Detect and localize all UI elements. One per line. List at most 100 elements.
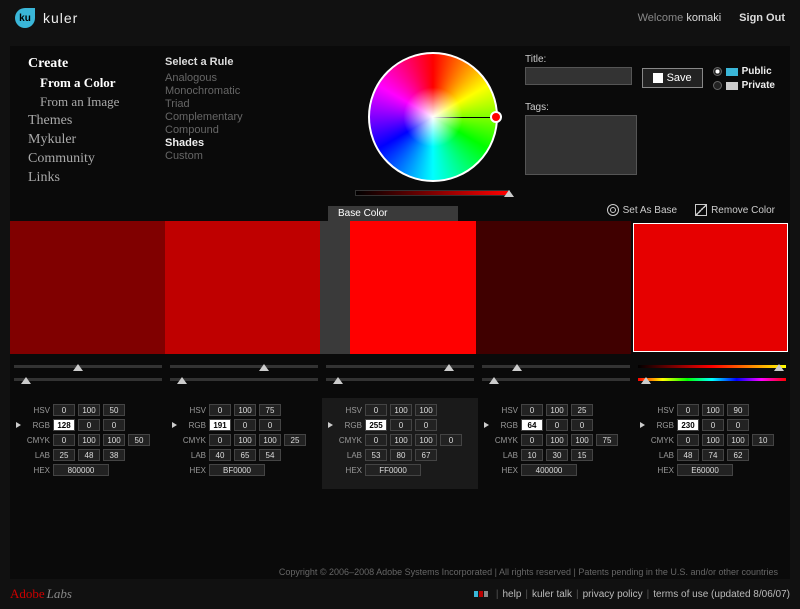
hex-box[interactable]: E60000 bbox=[677, 464, 733, 476]
value-box[interactable]: 64 bbox=[521, 419, 543, 431]
rule-custom[interactable]: Custom bbox=[165, 150, 280, 162]
value-box[interactable]: 30 bbox=[546, 449, 568, 461]
value-box[interactable]: 0 bbox=[521, 434, 543, 446]
visibility-public[interactable]: Public bbox=[713, 66, 775, 77]
slider-2-top[interactable] bbox=[170, 365, 318, 368]
slider-handle-icon[interactable] bbox=[512, 364, 522, 371]
value-box[interactable]: 0 bbox=[415, 419, 437, 431]
brightness-handle-icon[interactable] bbox=[504, 190, 514, 197]
value-box[interactable]: 100 bbox=[390, 434, 412, 446]
slider-handle-icon[interactable] bbox=[73, 364, 83, 371]
value-box[interactable]: 191 bbox=[209, 419, 231, 431]
value-box[interactable]: 48 bbox=[677, 449, 699, 461]
value-box[interactable]: 0 bbox=[53, 404, 75, 416]
slider-handle-icon[interactable] bbox=[444, 364, 454, 371]
swatch-3-base[interactable] bbox=[320, 221, 475, 354]
value-box[interactable]: 54 bbox=[259, 449, 281, 461]
value-box[interactable]: 100 bbox=[727, 434, 749, 446]
value-box[interactable]: 100 bbox=[702, 434, 724, 446]
play-icon[interactable] bbox=[172, 422, 177, 428]
value-box[interactable]: 100 bbox=[571, 434, 593, 446]
set-as-base-button[interactable]: Set As Base bbox=[607, 204, 677, 216]
value-box[interactable]: 100 bbox=[78, 434, 100, 446]
value-box[interactable]: 0 bbox=[209, 404, 231, 416]
value-box[interactable]: 65 bbox=[234, 449, 256, 461]
value-box[interactable]: 0 bbox=[571, 419, 593, 431]
value-box[interactable]: 50 bbox=[103, 404, 125, 416]
value-box[interactable]: 0 bbox=[209, 434, 231, 446]
value-box[interactable]: 10 bbox=[521, 449, 543, 461]
play-icon[interactable] bbox=[484, 422, 489, 428]
nav-links[interactable]: Links bbox=[28, 170, 148, 186]
slider-4-top[interactable] bbox=[482, 365, 630, 368]
slider-handle-icon[interactable] bbox=[21, 377, 31, 384]
value-box[interactable]: 0 bbox=[440, 434, 462, 446]
value-box[interactable]: 25 bbox=[53, 449, 75, 461]
footer-link-privacy[interactable]: privacy policy bbox=[583, 589, 643, 600]
tags-input[interactable] bbox=[525, 115, 637, 175]
value-box[interactable]: 25 bbox=[284, 434, 306, 446]
slider-handle-icon[interactable] bbox=[489, 377, 499, 384]
value-box[interactable]: 67 bbox=[415, 449, 437, 461]
value-box[interactable]: 100 bbox=[415, 404, 437, 416]
value-box[interactable]: 0 bbox=[702, 419, 724, 431]
value-box[interactable]: 75 bbox=[596, 434, 618, 446]
value-box[interactable]: 0 bbox=[677, 434, 699, 446]
visibility-private[interactable]: Private bbox=[713, 80, 775, 91]
footer-link-talk[interactable]: kuler talk bbox=[532, 589, 572, 600]
value-box[interactable]: 100 bbox=[259, 434, 281, 446]
play-icon[interactable] bbox=[328, 422, 333, 428]
value-box[interactable]: 74 bbox=[702, 449, 724, 461]
slider-2-bottom[interactable] bbox=[170, 378, 318, 381]
swatch-5-selected[interactable] bbox=[633, 223, 788, 352]
value-box[interactable]: 75 bbox=[259, 404, 281, 416]
play-icon[interactable] bbox=[16, 422, 21, 428]
value-box[interactable]: 0 bbox=[727, 419, 749, 431]
nav-community[interactable]: Community bbox=[28, 151, 148, 167]
save-button[interactable]: Save bbox=[642, 68, 703, 88]
nav-from-image[interactable]: From an Image bbox=[40, 94, 148, 110]
value-box[interactable]: 0 bbox=[365, 434, 387, 446]
value-box[interactable]: 100 bbox=[78, 404, 100, 416]
title-input[interactable] bbox=[525, 67, 632, 85]
value-box[interactable]: 53 bbox=[365, 449, 387, 461]
value-box[interactable]: 100 bbox=[103, 434, 125, 446]
value-box[interactable]: 10 bbox=[752, 434, 774, 446]
value-box[interactable]: 15 bbox=[571, 449, 593, 461]
nav-create[interactable]: Create bbox=[28, 56, 148, 72]
color-wheel[interactable] bbox=[368, 52, 498, 182]
slider-3-bottom[interactable] bbox=[326, 378, 474, 381]
swatch-1[interactable] bbox=[10, 221, 165, 354]
play-icon[interactable] bbox=[640, 422, 645, 428]
value-box[interactable]: 0 bbox=[53, 434, 75, 446]
value-box[interactable]: 0 bbox=[521, 404, 543, 416]
slider-1-bottom[interactable] bbox=[14, 378, 162, 381]
rule-compound[interactable]: Compound bbox=[165, 124, 280, 136]
value-box[interactable]: 0 bbox=[234, 419, 256, 431]
footer-link-terms[interactable]: terms of use (updated 8/06/07) bbox=[653, 589, 790, 600]
value-box[interactable]: 0 bbox=[259, 419, 281, 431]
value-box[interactable]: 0 bbox=[103, 419, 125, 431]
hex-box[interactable]: FF0000 bbox=[365, 464, 421, 476]
rule-analogous[interactable]: Analogous bbox=[165, 72, 280, 84]
rule-triad[interactable]: Triad bbox=[165, 98, 280, 110]
value-box[interactable]: 0 bbox=[546, 419, 568, 431]
value-box[interactable]: 255 bbox=[365, 419, 387, 431]
value-box[interactable]: 90 bbox=[727, 404, 749, 416]
nav-themes[interactable]: Themes bbox=[28, 113, 148, 129]
remove-color-button[interactable]: Remove Color bbox=[695, 204, 775, 216]
slider-handle-icon[interactable] bbox=[333, 377, 343, 384]
slider-3-top[interactable] bbox=[326, 365, 474, 368]
value-box[interactable]: 100 bbox=[702, 404, 724, 416]
value-box[interactable]: 48 bbox=[78, 449, 100, 461]
value-box[interactable]: 100 bbox=[546, 434, 568, 446]
slider-5-top[interactable] bbox=[638, 365, 786, 368]
value-box[interactable]: 80 bbox=[390, 449, 412, 461]
value-box[interactable]: 0 bbox=[365, 404, 387, 416]
value-box[interactable]: 25 bbox=[571, 404, 593, 416]
value-box[interactable]: 0 bbox=[78, 419, 100, 431]
wheel-marker[interactable] bbox=[490, 111, 502, 123]
nav-mykuler[interactable]: Mykuler bbox=[28, 132, 148, 148]
hex-box[interactable]: 400000 bbox=[521, 464, 577, 476]
slider-4-bottom[interactable] bbox=[482, 378, 630, 381]
